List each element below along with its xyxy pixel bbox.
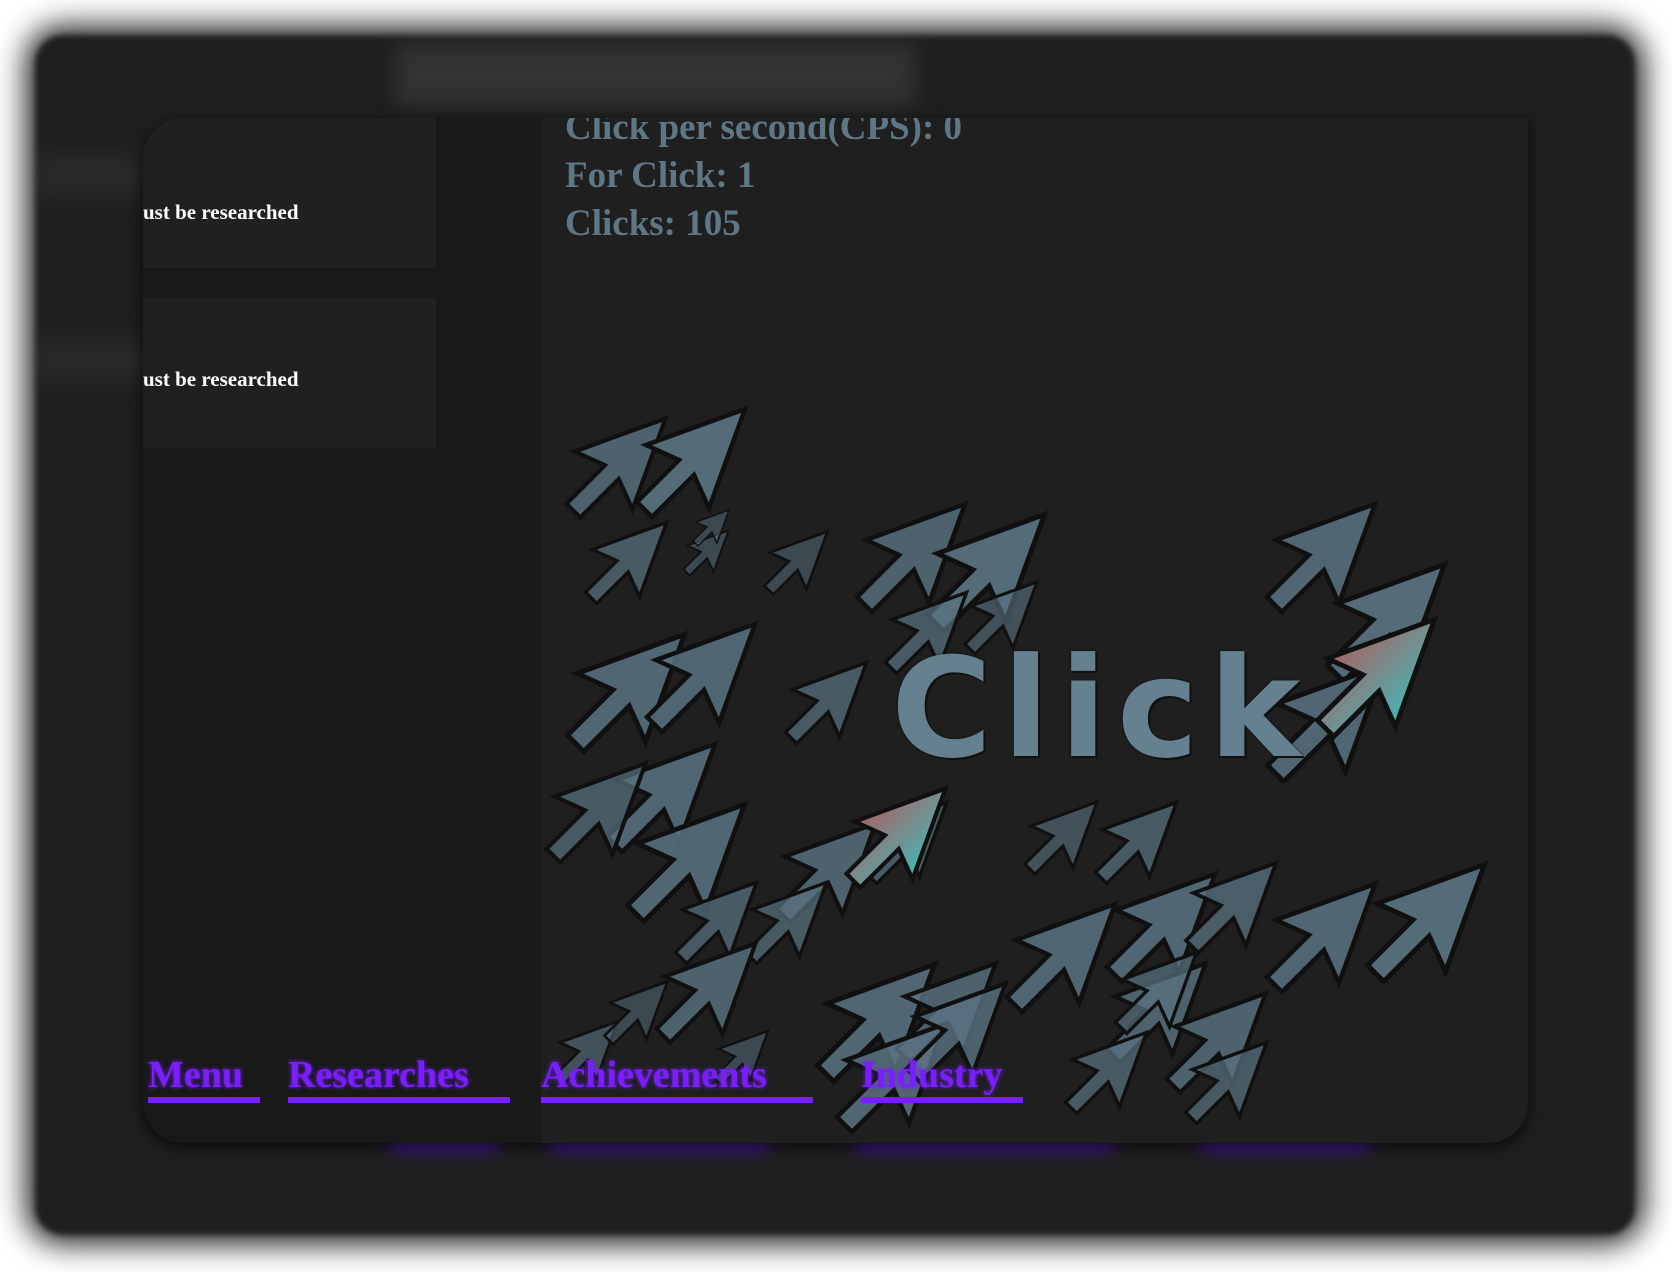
blurred-title-bar xyxy=(395,45,915,105)
nav-researches[interactable]: Researches xyxy=(288,1053,510,1103)
cursor-arrow-icon xyxy=(743,880,829,966)
cursor-arrow-icon xyxy=(657,944,756,1043)
bottom-nav: Menu Researches Achievements Industry xyxy=(143,1053,1528,1123)
cursor-arrow-icon xyxy=(763,530,829,596)
nav-achievements[interactable]: Achievements xyxy=(541,1053,813,1103)
cursor-arrow-icon xyxy=(1368,865,1485,982)
research-status: ust be researched xyxy=(143,367,299,391)
for-click-counter: For Click: 1 xyxy=(565,155,756,196)
nav-industry[interactable]: Industry xyxy=(861,1053,1023,1103)
research-status: ust be researched xyxy=(143,200,299,224)
research-sidebar: ust be researched ust be researched xyxy=(143,118,541,1143)
cursor-arrow-icon xyxy=(1093,800,1179,886)
cursor-arrow-icon xyxy=(583,520,669,606)
cursor-arrow-icon xyxy=(783,660,869,746)
cursor-arrow-icon xyxy=(1007,904,1115,1012)
click-label: Click xyxy=(891,628,1311,789)
game-window: ust be researched ust be researched Clic… xyxy=(143,118,1528,1143)
nav-menu[interactable]: Menu xyxy=(148,1053,260,1103)
clicks-counter: Clicks: 105 xyxy=(565,203,741,244)
click-button[interactable]: Click xyxy=(541,258,1528,1138)
cursor-arrow-icon xyxy=(1267,884,1375,992)
blurred-sidebar-item xyxy=(35,155,145,195)
research-card[interactable]: ust be researched xyxy=(143,298,436,448)
cursor-arrow-icon xyxy=(603,980,669,1046)
research-card[interactable]: ust be researched xyxy=(143,118,436,268)
blurred-sidebar-item xyxy=(35,340,145,380)
cps-counter: Click per second(CPS): 0 xyxy=(565,118,963,148)
cursor-arrow-icon xyxy=(1023,800,1099,876)
stats-panel: Click per second(CPS): 0 For Click: 1 Cl… xyxy=(565,118,962,248)
cursor-arrow-icon xyxy=(568,635,685,752)
